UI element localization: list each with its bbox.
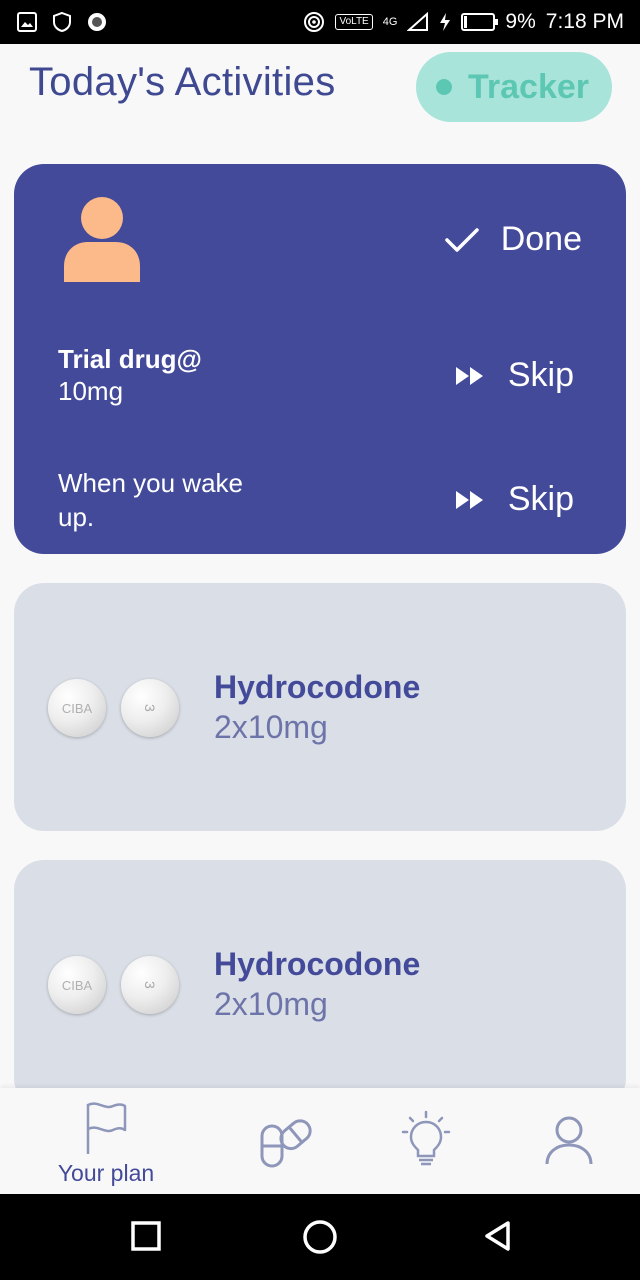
pill-image-ciba: CIBA: [48, 956, 106, 1014]
pill-image-scored: 3: [121, 679, 179, 737]
page-title: Today's Activities: [29, 60, 336, 104]
skip-drug-button[interactable]: Skip: [454, 356, 574, 395]
medication-card[interactable]: CIBA 3 Hydrocodone 2x10mg: [14, 583, 626, 831]
tracker-label: Tracker: [468, 67, 589, 106]
lightbulb-icon: [401, 1110, 451, 1166]
home-icon[interactable]: [302, 1219, 338, 1255]
charging-icon: [440, 13, 451, 31]
battery-fill: [464, 16, 468, 28]
medication-card[interactable]: CIBA 3 Hydrocodone 2x10mg: [14, 860, 626, 1108]
user-icon: [545, 1116, 593, 1165]
tracker-button[interactable]: Tracker: [416, 52, 612, 122]
pill-imprint: CIBA: [61, 977, 93, 993]
skip-label: Skip: [507, 480, 574, 518]
medication-name: Hydrocodone: [214, 669, 421, 705]
fast-forward-icon: [455, 366, 483, 385]
medication-name: Hydrocodone: [214, 946, 421, 982]
battery-percent: 9%: [505, 10, 536, 33]
tracker-dot-icon: [436, 79, 452, 95]
pill-image-scored: 3: [121, 956, 179, 1014]
drug-name: Trial drug@: [58, 344, 202, 374]
image-icon: [17, 12, 37, 32]
pill-imprint: CIBA: [61, 700, 93, 716]
pills-icon: [260, 1119, 312, 1168]
back-icon[interactable]: [482, 1220, 514, 1252]
nav-medications[interactable]: [204, 1088, 364, 1194]
recent-apps-icon[interactable]: [130, 1220, 162, 1252]
drug-dose: 10mg: [58, 376, 124, 406]
pill-image-ciba: CIBA: [48, 679, 106, 737]
signal-icon: [407, 12, 429, 31]
network-type: 4G: [382, 15, 398, 28]
nav-your-plan[interactable]: Your plan: [26, 1088, 186, 1194]
flag-icon: [86, 1102, 127, 1154]
battery-icon: [461, 13, 499, 31]
bottom-nav: Your plan: [0, 1088, 640, 1194]
network-indicator: 4G: [382, 15, 398, 28]
skip-label: Skip: [507, 356, 574, 394]
activity-card-active[interactable]: Done Trial drug@ 10mg Skip When you wake…: [14, 164, 626, 554]
shield-icon: [53, 11, 71, 33]
check-icon: [444, 227, 479, 252]
pill-imprint: 3: [142, 704, 158, 712]
volte-badge: VoLTE: [335, 14, 373, 30]
fast-forward-icon: [455, 490, 483, 509]
hotspot-icon: [304, 12, 325, 32]
pill-imprint: 3: [142, 981, 158, 989]
nav-tips[interactable]: [346, 1088, 506, 1194]
status-time: 7:18 PM: [545, 10, 624, 33]
medication-dose: 2x10mg: [214, 709, 328, 745]
avatar-icon: [64, 197, 140, 282]
done-label: Done: [500, 220, 582, 258]
wake-instruction: When you wake up.: [58, 468, 243, 532]
record-icon: [88, 13, 106, 31]
done-button[interactable]: Done: [444, 220, 582, 259]
android-nav-bar: [0, 1194, 640, 1280]
nav-profile[interactable]: [489, 1088, 640, 1194]
nav-your-plan-label: Your plan: [57, 1160, 155, 1186]
skip-wake-button[interactable]: Skip: [454, 480, 574, 519]
status-bar: VoLTE 4G 9% 7:18 PM: [0, 0, 640, 44]
medication-dose: 2x10mg: [214, 986, 328, 1022]
